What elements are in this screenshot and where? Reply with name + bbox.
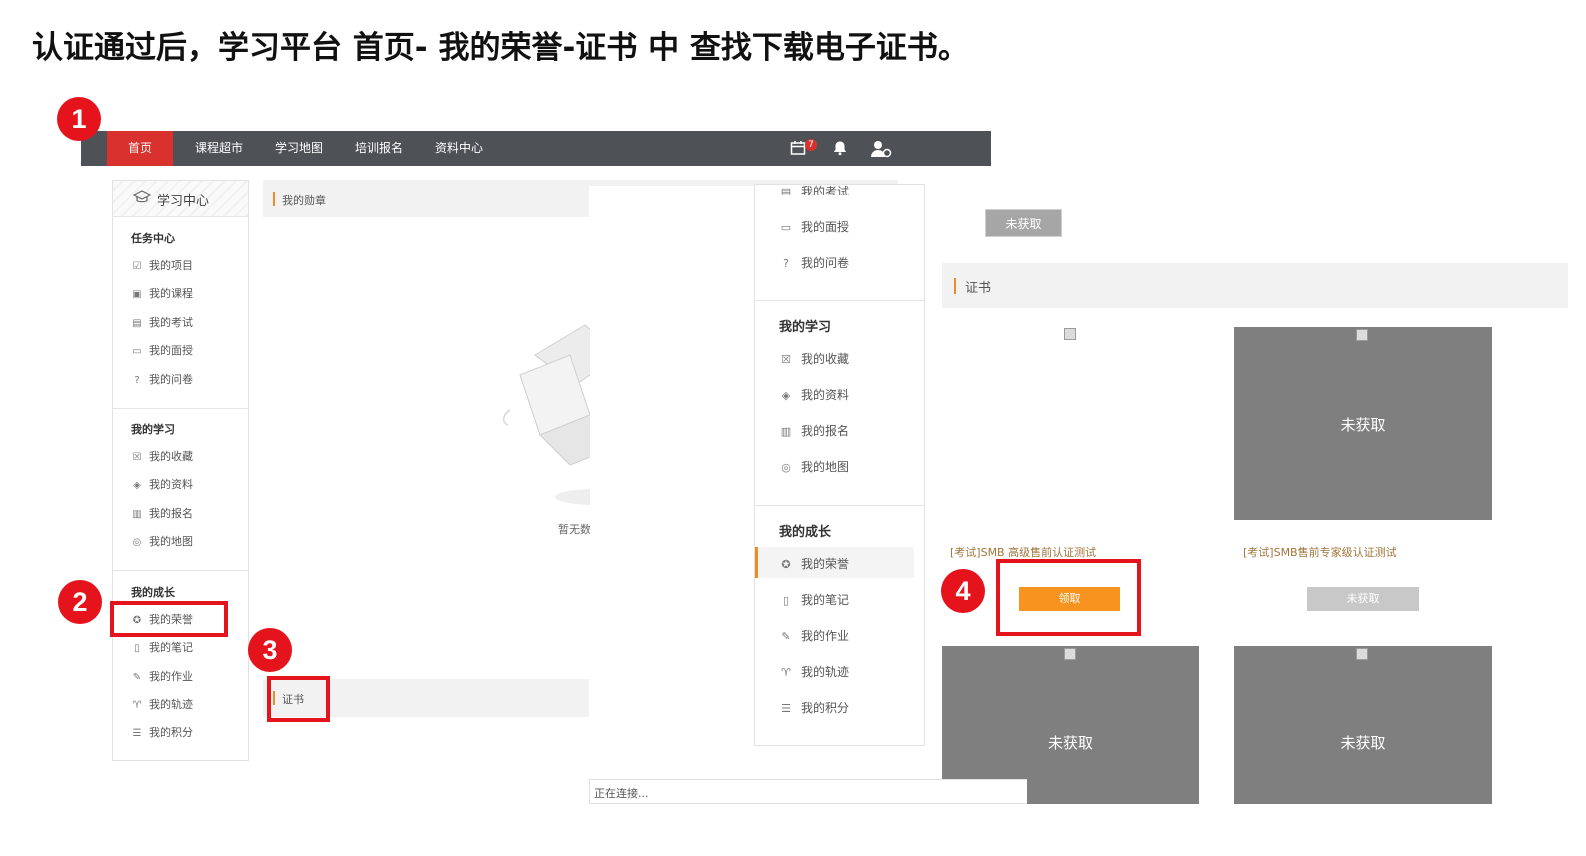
cert-card-2-caption: [考试]SMB售前专家级认证测试 (1243, 546, 1397, 559)
cert-card-1-caption: [考试]SMB 高级售前认证测试 (950, 546, 1097, 559)
broken-image-icon (1356, 329, 1368, 341)
right-item-my-notes[interactable]: ▯ 我的笔记 (779, 591, 849, 608)
favorite-icon: ☒ (781, 353, 791, 366)
pencil-icon: ✎ (781, 630, 791, 643)
sidebar-item-my-courses[interactable]: ▣ 我的课程 (131, 285, 193, 301)
sidebar-item-my-points[interactable]: ☰ 我的积分 (131, 724, 193, 740)
bell-icon[interactable] (831, 140, 849, 158)
sidebar-item-my-exams[interactable]: ▤ 我的考试 (131, 314, 193, 330)
medal-icon: ✪ (781, 558, 791, 571)
status-bar-text: 正在连接... (594, 787, 649, 800)
right-item-my-honors[interactable]: ✪ 我的荣誉 (779, 555, 849, 572)
right-sidebar: ▤ 我的考试 ▭ 我的面授 ? 我的问卷 我的学习 ☒ 我的收藏 ◈ 我的资料 ▥ 我的报名… (754, 184, 925, 746)
sidebar-item-my-map[interactable]: ◎ 我的地图 (131, 533, 193, 549)
cert-section-title: 证书 (965, 281, 992, 296)
database-icon: ☰ (132, 728, 142, 739)
broken-image-icon (1064, 648, 1076, 660)
exam-sheet-icon: ▤ (132, 318, 142, 329)
right-item-my-homework[interactable]: ✎ 我的作业 (779, 627, 849, 644)
right-item-my-signups[interactable]: ▥ 我的报名 (779, 422, 849, 439)
top-nav-bar: 首页 课程超市 学习地图 培训报名 资料中心 7 (81, 131, 991, 166)
section-my-learning: 我的学习 (131, 423, 175, 436)
section-task-center: 任务中心 (131, 232, 175, 245)
broken-image-icon (1356, 648, 1368, 660)
database-icon: ☰ (781, 702, 791, 715)
nav-home[interactable]: 首页 (107, 131, 173, 166)
sidebar-item-my-projects[interactable]: ☑ 我的项目 (131, 257, 193, 273)
nav-learning-map[interactable]: 学习地图 (267, 131, 331, 166)
step-marker-3: 3 (248, 628, 292, 672)
learning-center-title: 学习中心 (157, 194, 210, 209)
map-pin-icon: ◎ (132, 537, 142, 548)
right-item-my-classes[interactable]: ▭ 我的面授 (779, 218, 849, 235)
cert-card-3-status: 未获取 (1047, 734, 1093, 752)
not-obtained-button[interactable]: 未获取 (1307, 587, 1419, 611)
broken-image-icon (1064, 328, 1076, 340)
slide-title: 认证通过后，学习平台 首页- 我的荣誉-证书 中 查找下载电子证书。 (32, 30, 969, 66)
sidebar-item-my-signups[interactable]: ▥ 我的报名 (131, 505, 193, 521)
clipboard-icon: ▥ (132, 509, 142, 520)
screen-icon: ▭ (132, 346, 142, 357)
sidebar-item-my-homework[interactable]: ✎ 我的作业 (131, 668, 193, 684)
status-bar: 正在连接... (589, 779, 1027, 804)
cert-card-4-image: 未获取 (1234, 646, 1492, 804)
cert-card-2-status: 未获取 (1340, 416, 1386, 434)
section-my-growth: 我的成长 (131, 586, 175, 599)
right-item-my-favorites[interactable]: ☒ 我的收藏 (779, 350, 849, 367)
right-item-my-exams[interactable]: ▤ 我的考试 (779, 183, 849, 195)
graduation-cap-icon (132, 190, 152, 208)
empty-state-text: 暂无数 (558, 523, 590, 536)
right-item-my-materials[interactable]: ◈ 我的资料 (779, 386, 849, 403)
learning-center-header: 学习中心 (113, 181, 248, 217)
right-section-my-learning: 我的学习 (779, 320, 832, 335)
medal-tab-bar: 我的勋章 (263, 181, 589, 217)
sidebar-item-my-surveys[interactable]: ? 我的问卷 (131, 371, 193, 387)
pencil-icon: ✎ (132, 672, 142, 683)
book-icon: ▯ (134, 643, 140, 654)
sidebar-item-my-materials[interactable]: ◈ 我的资料 (131, 476, 193, 492)
exam-sheet-icon: ▤ (780, 186, 792, 195)
nav-course-market[interactable]: 课程超市 (187, 131, 251, 166)
step-marker-4: 4 (941, 569, 985, 613)
right-item-my-map[interactable]: ◎ 我的地图 (779, 458, 849, 475)
map-pin-icon: ◎ (781, 461, 791, 474)
not-obtained-button-top[interactable]: 未获取 (985, 209, 1062, 237)
book-icon: ▯ (782, 594, 790, 607)
right-item-my-points[interactable]: ☰ 我的积分 (779, 699, 849, 716)
highlight-claim-button (996, 559, 1141, 636)
medal-tab-label[interactable]: 我的勋章 (282, 192, 326, 208)
favorite-icon: ☒ (132, 452, 142, 463)
highlight-my-honors (110, 601, 228, 637)
layers-icon: ◈ (133, 480, 141, 491)
left-sidebar: 学习中心 任务中心 ☑ 我的项目 ▣ 我的课程 ▤ 我的考试 ▭ 我的面授 ? 我的问卷 … (112, 180, 249, 761)
sidebar-item-my-favorites[interactable]: ☒ 我的收藏 (131, 448, 193, 464)
sidebar-item-my-classes[interactable]: ▭ 我的面授 (131, 342, 193, 358)
step-marker-1: 1 (57, 97, 101, 141)
empty-box-illustration (480, 315, 590, 515)
play-box-icon: ▣ (132, 289, 142, 300)
sidebar-item-my-notes[interactable]: ▯ 我的笔记 (131, 639, 193, 655)
cert-card-4-status: 未获取 (1340, 734, 1386, 752)
right-section-my-growth: 我的成长 (779, 525, 832, 540)
nav-training-signup[interactable]: 培训报名 (347, 131, 411, 166)
right-item-my-tracks[interactable]: ♈ 我的轨迹 (779, 663, 849, 680)
step-marker-2: 2 (58, 580, 102, 624)
screen-icon: ▭ (780, 221, 792, 234)
user-icon[interactable] (869, 140, 893, 158)
notification-badge: 7 (805, 139, 817, 151)
clipboard-icon: ▥ (780, 425, 792, 438)
cert-card-2-image: 未获取 (1234, 327, 1492, 520)
nav-resource-center[interactable]: 资料中心 (427, 131, 491, 166)
checkbox-calendar-icon: ☑ (132, 261, 142, 272)
active-item-accent (755, 547, 758, 578)
question-icon: ? (134, 375, 140, 386)
cert-section-header: 证书 (942, 263, 1568, 308)
right-item-my-surveys[interactable]: ? 我的问卷 (779, 254, 849, 271)
question-icon: ? (783, 257, 789, 270)
layers-icon: ◈ (781, 389, 791, 402)
highlight-cert-tab (267, 676, 330, 722)
footprint-icon: ♈ (781, 666, 791, 679)
footprint-icon: ♈ (132, 700, 142, 711)
sidebar-item-my-tracks[interactable]: ♈ 我的轨迹 (131, 696, 193, 712)
